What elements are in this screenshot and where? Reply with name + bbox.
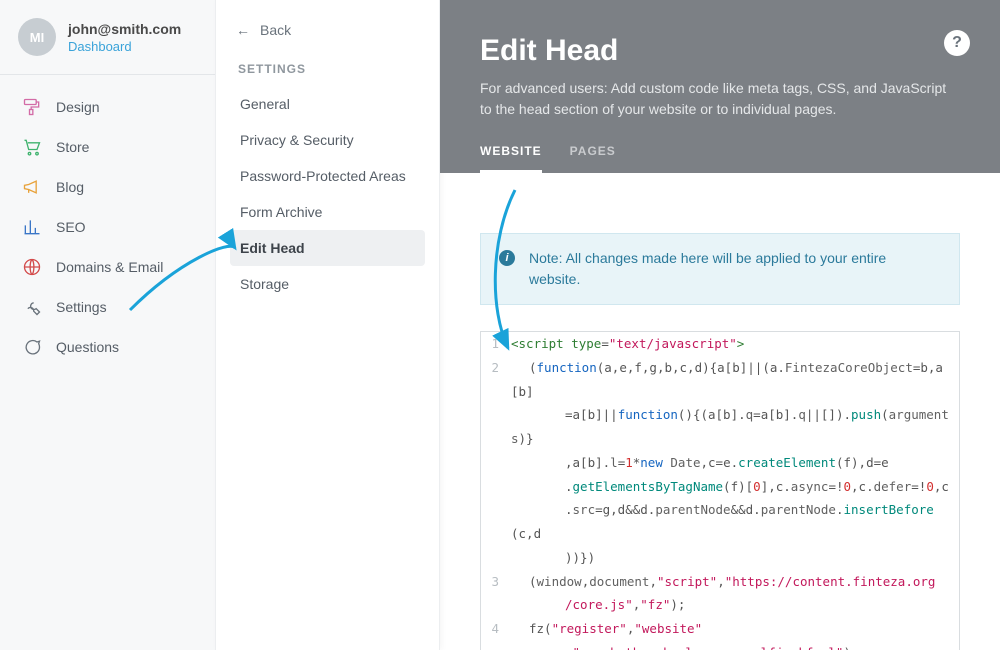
tab-pages[interactable]: PAGES bbox=[570, 144, 616, 173]
paint-roller-icon bbox=[22, 97, 42, 117]
wrench-icon bbox=[22, 297, 42, 317]
code-line[interactable]: (window,document,"script","https://conte… bbox=[507, 570, 959, 618]
settings-item-storage[interactable]: Storage bbox=[230, 266, 425, 302]
settings-item-privacy[interactable]: Privacy & Security bbox=[230, 122, 425, 158]
dashboard-link[interactable]: Dashboard bbox=[68, 39, 181, 54]
avatar: MI bbox=[18, 18, 56, 56]
sidebar-item-questions[interactable]: Questions bbox=[0, 327, 215, 367]
line-number: 1 bbox=[481, 332, 507, 356]
help-button[interactable]: ? bbox=[944, 30, 970, 56]
settings-item-password-areas[interactable]: Password-Protected Areas bbox=[230, 158, 425, 194]
settings-panel: ← Back SETTINGS General Privacy & Securi… bbox=[215, 0, 440, 650]
sidebar-item-design[interactable]: Design bbox=[0, 87, 215, 127]
nav-label: Settings bbox=[56, 299, 107, 315]
bar-chart-icon bbox=[22, 217, 42, 237]
content-area: i Note: All changes made here will be ap… bbox=[440, 173, 1000, 650]
code-line[interactable]: fz("register","website","xwugbsthgcmkpzl… bbox=[507, 617, 959, 650]
primary-sidebar: MI john@smith.com Dashboard Design Store… bbox=[0, 0, 215, 650]
nav-label: Questions bbox=[56, 339, 119, 355]
nav-label: Blog bbox=[56, 179, 84, 195]
line-number: 3 bbox=[481, 570, 507, 618]
tab-website[interactable]: WEBSITE bbox=[480, 144, 542, 173]
note-text: Note: All changes made here will be appl… bbox=[529, 248, 941, 290]
line-number: 2 bbox=[481, 356, 507, 570]
nav-label: SEO bbox=[56, 219, 86, 235]
info-note: i Note: All changes made here will be ap… bbox=[480, 233, 960, 305]
nav-label: Store bbox=[56, 139, 89, 155]
settings-item-general[interactable]: General bbox=[230, 86, 425, 122]
info-icon: i bbox=[499, 250, 515, 266]
divider bbox=[0, 74, 215, 75]
user-email: john@smith.com bbox=[68, 21, 181, 37]
cart-icon bbox=[22, 137, 42, 157]
tabs: WEBSITE PAGES bbox=[480, 144, 960, 173]
sidebar-item-domains[interactable]: Domains & Email bbox=[0, 247, 215, 287]
sidebar-item-store[interactable]: Store bbox=[0, 127, 215, 167]
nav-label: Design bbox=[56, 99, 100, 115]
sidebar-item-settings[interactable]: Settings bbox=[0, 287, 215, 327]
user-block[interactable]: MI john@smith.com Dashboard bbox=[0, 18, 215, 70]
code-line[interactable]: (function(a,e,f,g,b,c,d){a[b]||(a.Fintez… bbox=[507, 356, 959, 570]
primary-nav: Design Store Blog SEO Domains & Email Se… bbox=[0, 83, 215, 371]
back-label: Back bbox=[260, 22, 291, 38]
page-title: Edit Head bbox=[480, 34, 960, 68]
sidebar-item-blog[interactable]: Blog bbox=[0, 167, 215, 207]
hero: ? Edit Head For advanced users: Add cust… bbox=[440, 0, 1000, 173]
settings-item-edit-head[interactable]: Edit Head bbox=[230, 230, 425, 266]
megaphone-icon bbox=[22, 177, 42, 197]
line-number: 4 bbox=[481, 617, 507, 650]
arrow-left-icon: ← bbox=[236, 22, 250, 38]
chat-icon bbox=[22, 337, 42, 357]
settings-item-form-archive[interactable]: Form Archive bbox=[230, 194, 425, 230]
code-line[interactable]: <script type="text/javascript"> bbox=[507, 332, 959, 356]
nav-label: Domains & Email bbox=[56, 259, 163, 275]
back-button[interactable]: ← Back bbox=[230, 22, 425, 38]
globe-icon bbox=[22, 257, 42, 277]
page-description: For advanced users: Add custom code like… bbox=[480, 78, 960, 120]
settings-heading: SETTINGS bbox=[230, 56, 425, 86]
code-editor[interactable]: 1 <script type="text/javascript"> 2 (fun… bbox=[480, 331, 960, 650]
main-column: ? Edit Head For advanced users: Add cust… bbox=[440, 0, 1000, 650]
sidebar-item-seo[interactable]: SEO bbox=[0, 207, 215, 247]
